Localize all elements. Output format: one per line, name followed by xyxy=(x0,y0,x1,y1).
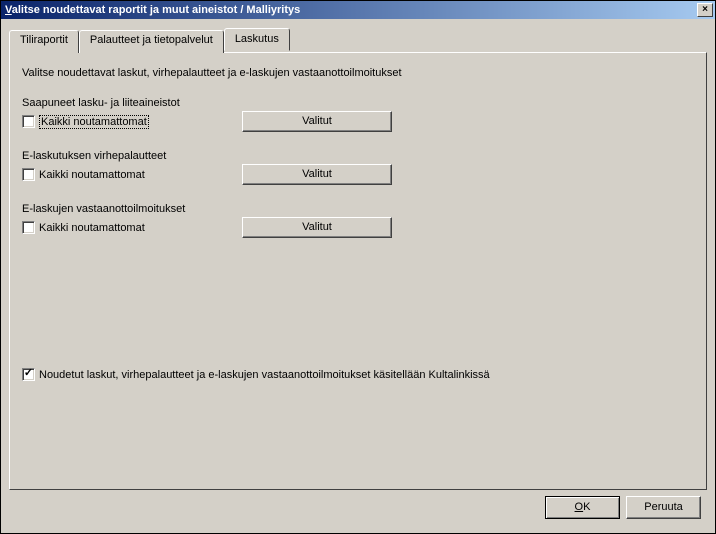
tab-strip: Tiliraportit Palautteet ja tietopalvelut… xyxy=(9,29,707,52)
checkbox-process-kultalinkki[interactable] xyxy=(22,368,35,381)
row-saapuneet: Kaikki noutamattomat Valitut xyxy=(22,111,694,132)
titlebar-title: Valitse noudettavat raportit ja muut ain… xyxy=(5,4,300,16)
section-label-saapuneet: Saapuneet lasku- ja liiteaineistot xyxy=(22,97,694,109)
process-row: Noudetut laskut, virhepalautteet ja e-la… xyxy=(22,368,694,381)
dialog-window: Valitse noudettavat raportit ja muut ain… xyxy=(0,0,716,534)
row-virhepalautteet: Kaikki noutamattomat Valitut xyxy=(22,164,694,185)
section-label-virhepalautteet: E-laskutuksen virhepalautteet xyxy=(22,150,694,162)
content-area: Tiliraportit Palautteet ja tietopalvelut… xyxy=(1,19,715,533)
checkbox-virhepalautteet[interactable] xyxy=(22,168,35,181)
checkbox-wrap-vastaanotto: Kaikki noutamattomat xyxy=(22,221,242,234)
checkbox-vastaanotto[interactable] xyxy=(22,221,35,234)
checkbox-label-vastaanotto: Kaikki noutamattomat xyxy=(39,222,145,234)
ok-button[interactable]: OK xyxy=(545,496,620,519)
tab-label: Laskutus xyxy=(235,33,279,45)
titlebar: Valitse noudettavat raportit ja muut ain… xyxy=(1,1,715,19)
checkbox-saapuneet[interactable] xyxy=(22,115,35,128)
button-label: OK xyxy=(575,501,591,513)
button-valitut-virhepalautteet[interactable]: Valitut xyxy=(242,164,392,185)
checkbox-label-saapuneet: Kaikki noutamattomat xyxy=(39,115,149,129)
checkbox-wrap-virhepalautteet: Kaikki noutamattomat xyxy=(22,168,242,181)
row-vastaanotto: Kaikki noutamattomat Valitut xyxy=(22,217,694,238)
button-label: Valitut xyxy=(302,168,332,180)
close-button[interactable]: × xyxy=(697,3,713,17)
button-bar: OK Peruuta xyxy=(9,490,707,525)
checkbox-label-virhepalautteet: Kaikki noutamattomat xyxy=(39,169,145,181)
section-label-vastaanotto: E-laskujen vastaanottoilmoitukset xyxy=(22,203,694,215)
instruction-text: Valitse noudettavat laskut, virhepalautt… xyxy=(22,67,694,79)
tab-tiliraportit[interactable]: Tiliraportit xyxy=(9,30,79,53)
button-label: Valitut xyxy=(302,221,332,233)
button-label: Peruuta xyxy=(644,501,683,513)
tab-label: Palautteet ja tietopalvelut xyxy=(90,34,213,46)
button-valitut-vastaanotto[interactable]: Valitut xyxy=(242,217,392,238)
button-label: Valitut xyxy=(302,115,332,127)
button-valitut-saapuneet[interactable]: Valitut xyxy=(242,111,392,132)
tab-panel-laskutus: Valitse noudettavat laskut, virhepalautt… xyxy=(9,52,707,490)
checkbox-label-process: Noudetut laskut, virhepalautteet ja e-la… xyxy=(39,369,490,381)
close-icon: × xyxy=(702,5,708,15)
tab-label: Tiliraportit xyxy=(20,34,68,46)
tab-palautteet[interactable]: Palautteet ja tietopalvelut xyxy=(79,30,224,53)
tab-laskutus[interactable]: Laskutus xyxy=(224,28,290,51)
checkbox-wrap-saapuneet: Kaikki noutamattomat xyxy=(22,115,242,129)
cancel-button[interactable]: Peruuta xyxy=(626,496,701,519)
